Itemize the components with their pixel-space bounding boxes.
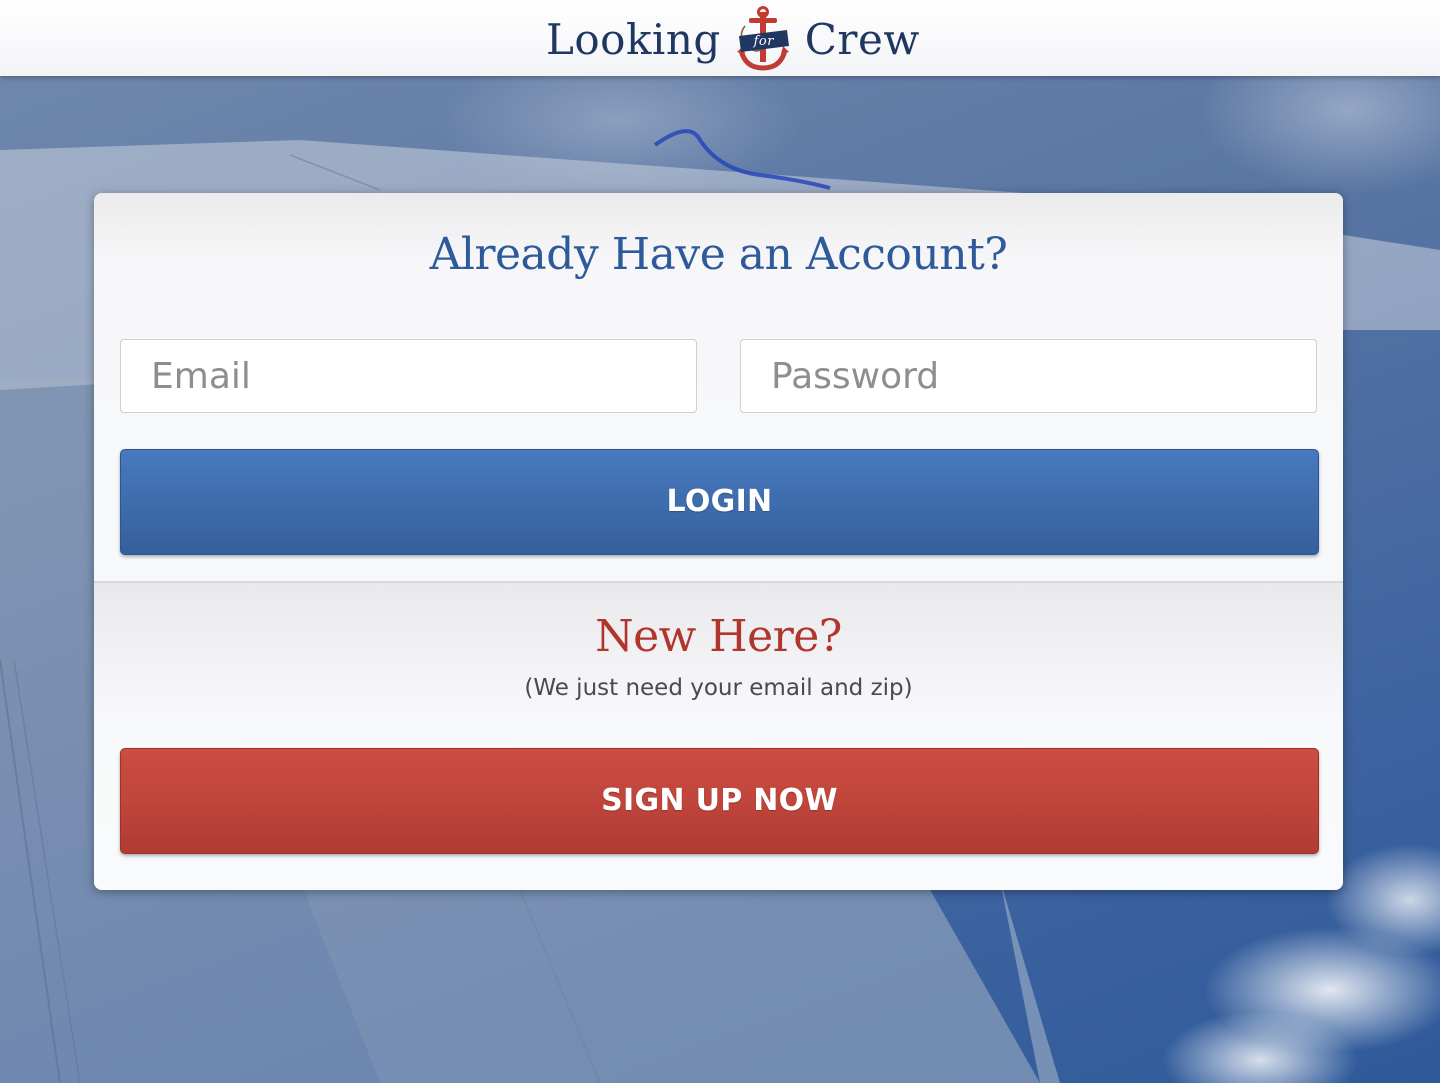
- login-button[interactable]: LOGIN: [120, 449, 1319, 555]
- site-header: Looking for Crew: [0, 0, 1440, 76]
- login-heading: Already Have an Account?: [429, 229, 1008, 280]
- anchor-icon: for: [735, 6, 791, 72]
- auth-card: Already Have an Account? LOGIN New Here?…: [94, 193, 1343, 890]
- signup-subtext: (We just need your email and zip): [524, 675, 913, 701]
- site-logo[interactable]: Looking for Crew: [546, 4, 920, 74]
- signup-heading: New Here?: [595, 611, 842, 662]
- logo-word-looking: Looking: [546, 14, 721, 64]
- signup-button[interactable]: SIGN UP NOW: [120, 748, 1319, 854]
- login-section: Already Have an Account? LOGIN: [94, 193, 1343, 581]
- password-field[interactable]: [740, 339, 1317, 413]
- login-page: Looking for Crew Already Have an Account…: [0, 0, 1440, 1083]
- logo-word-for: for: [753, 34, 774, 49]
- email-field[interactable]: [120, 339, 697, 413]
- logo-word-crew: Crew: [804, 14, 920, 64]
